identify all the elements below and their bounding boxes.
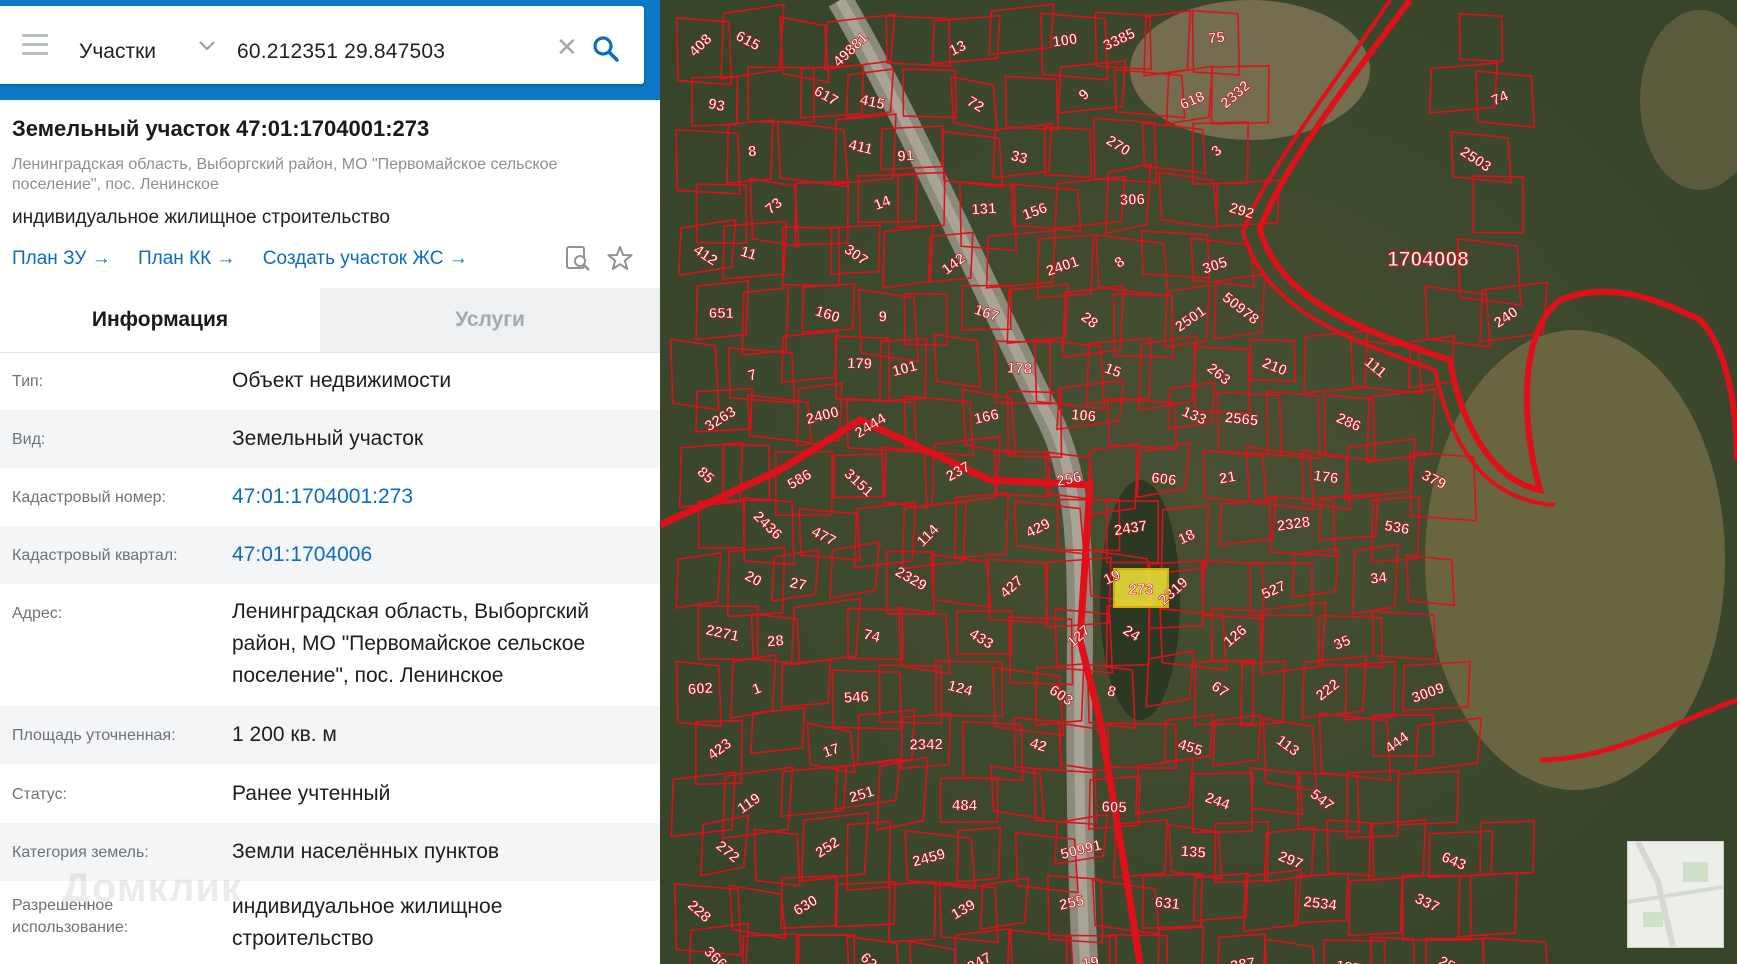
parcel-number-label: 8: [747, 143, 757, 161]
info-value: Ранее учтенный: [232, 782, 391, 805]
parcel-number-label: 27: [788, 574, 808, 594]
info-label: Кадастровый квартал:: [12, 547, 178, 564]
menu-icon[interactable]: [22, 34, 48, 56]
cadastral-quarter-link[interactable]: 47:01:1704006: [232, 539, 642, 571]
search-bar: Участки 60.212351 29.847503 ✕: [0, 6, 644, 84]
parcel-number-label: 9: [878, 308, 887, 325]
info-label: Тип:: [12, 373, 44, 390]
info-value: Земли населённых пунктов: [232, 840, 500, 863]
info-row-cadastral-number: Кадастровый номер: 47:01:1704001:273: [0, 468, 660, 526]
parcel-number-label: 21: [1218, 468, 1237, 488]
minimap-thumbnail[interactable]: [1627, 840, 1724, 948]
tab-info[interactable]: Информация: [0, 288, 320, 352]
parcel-number-label: 2565: [1224, 409, 1259, 429]
search-input[interactable]: 60.212351 29.847503: [237, 40, 445, 64]
parcel-number-label: 605: [1101, 799, 1127, 817]
tabs: Информация Услуги: [0, 288, 660, 352]
parcel-number-label: 631: [1154, 894, 1181, 914]
info-label: Вид:: [12, 431, 46, 448]
parcel-number-label: 19: [1081, 953, 1100, 964]
plan-kk-link[interactable]: План КК →: [138, 248, 236, 269]
info-value: Ленинградская область, Выборгский район,…: [232, 600, 589, 687]
map-canvas[interactable]: 273 1704008 408 100617 618411 3131412 240116…: [660, 0, 1737, 964]
parcel-address-short: Ленинградская область, Выборгский район,…: [12, 156, 558, 193]
search-header: Участки 60.212351 29.847503 ✕: [0, 0, 660, 100]
parcel-number-label: 606: [1150, 469, 1177, 489]
info-value: Земельный участок: [232, 427, 424, 450]
parcel-number-label: 131: [971, 200, 997, 218]
info-row-cadastral-quarter: Кадастровый квартал: 47:01:1704006: [0, 526, 660, 584]
info-row-type: Тип: Объект недвижимости: [0, 353, 660, 410]
cadastral-number-link[interactable]: 47:01:1704001:273: [232, 481, 642, 513]
parcel-number-label: 34: [1369, 569, 1388, 588]
parcel-title: Земельный участок 47:01:1704001:273: [12, 116, 430, 141]
parcel-number-label: 306: [1120, 191, 1146, 209]
info-value: индивидуальное жилищное строительство: [232, 895, 503, 950]
search-icon[interactable]: [592, 35, 620, 68]
info-label: Статус:: [12, 786, 68, 803]
star-icon[interactable]: [606, 244, 634, 277]
parcel-number-label: 106: [1070, 406, 1096, 425]
parcel-number-label: 28: [766, 632, 784, 650]
parcel-number-label: 651: [709, 305, 734, 322]
info-value: Объект недвижимости: [232, 369, 452, 392]
parcel-number-label: 546: [843, 688, 869, 706]
cadastral-map[interactable]: 273 1704008 408 100 617 618 411 3 131 412 2401 16…: [660, 0, 1737, 964]
clear-icon[interactable]: ✕: [556, 34, 578, 60]
parcel-number-label: 179: [847, 355, 873, 373]
info-value: 1 200 кв. м: [232, 723, 337, 746]
parcel-links: План ЗУ → План КК → Создать участок ЖС →: [12, 248, 490, 270]
info-label: Площадь уточненная:: [12, 727, 176, 744]
info-label: Кадастровый номер:: [12, 489, 166, 506]
parcel-number-label: 75: [1207, 29, 1226, 48]
parcel-number-label: 602: [687, 680, 713, 699]
chevron-down-icon[interactable]: [198, 36, 216, 57]
quarter-label: 1704008: [1387, 248, 1469, 271]
info-panel: Участки 60.212351 29.847503 ✕ Земельный …: [0, 0, 660, 964]
parcel-number-label: 176: [1312, 467, 1339, 487]
info-row-kind: Вид: Земельный участок: [0, 410, 660, 468]
info-row-status: Статус: Ранее учтенный: [0, 764, 660, 823]
parcel-number-label: 178: [1006, 360, 1032, 378]
info-row-address: Адрес: Ленинградская область, Выборгский…: [0, 584, 660, 706]
parcel-number-label: 91: [897, 147, 915, 165]
parcel-number-label: 135: [1180, 843, 1206, 862]
parcel-number-label: 2342: [909, 736, 943, 754]
info-row-area: Площадь уточненная: 1 200 кв. м: [0, 706, 660, 764]
watermark-logo: Домклик: [62, 866, 243, 910]
selected-parcel-label: 273: [1128, 581, 1153, 598]
info-label: Категория земель:: [12, 844, 149, 861]
search-document-icon[interactable]: [564, 244, 592, 277]
info-label: Адрес:: [12, 605, 63, 622]
plan-zu-link[interactable]: План ЗУ →: [12, 248, 111, 269]
parcel-purpose: индивидуальное жилищное строительство: [12, 207, 390, 228]
create-zhs-link[interactable]: Создать участок ЖС →: [263, 248, 468, 269]
parcel-number-label: 484: [952, 797, 978, 814]
tab-services[interactable]: Услуги: [320, 288, 660, 352]
layer-select[interactable]: Участки: [79, 40, 156, 64]
parcel-number-label: 100: [1051, 31, 1078, 51]
parcel-number-label: 93: [707, 95, 727, 115]
